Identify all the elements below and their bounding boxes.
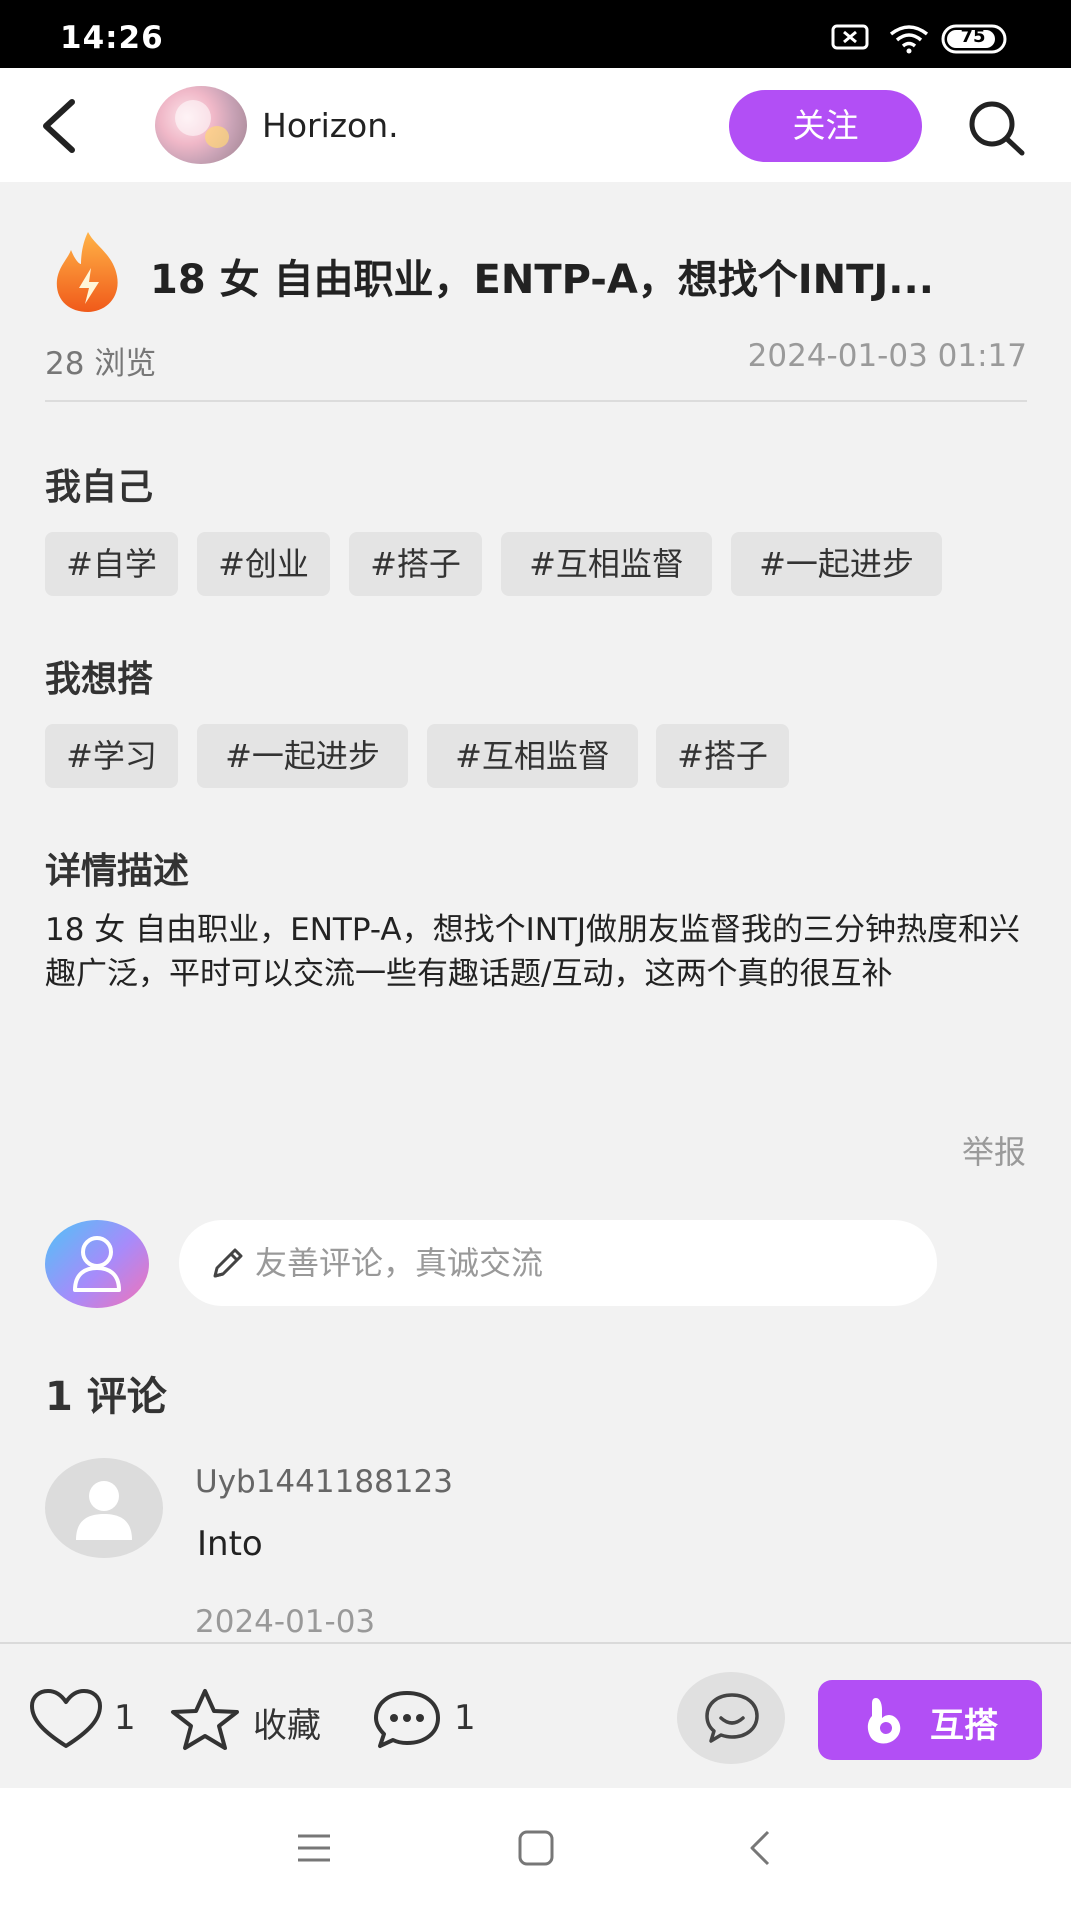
tag-chip[interactable]: #创业 [197,532,330,596]
no-sim-icon [831,24,869,50]
tag-chip[interactable]: #学习 [45,724,178,788]
fire-icon [56,232,118,312]
post-description: 18 女 自由职业，ENTP-A，想找个INTJ做朋友监督我的三分钟热度和兴趣广… [45,912,1020,992]
heart-icon [30,1689,102,1748]
smile-bubble-icon [705,1693,759,1743]
back-nav-button[interactable] [740,1828,784,1868]
like-button[interactable]: 1 [28,1688,138,1752]
like-count: 1 [114,1698,136,1738]
favorite-label: 收藏 [253,1706,321,1746]
tag-chip[interactable]: #互相监督 [427,724,638,788]
status-time: 14:26 [60,20,164,56]
author-avatar[interactable] [155,86,247,164]
tag-chip[interactable]: #一起进步 [197,724,408,788]
comment-compose [45,1220,1030,1310]
chevron-left-icon [43,99,75,153]
status-bar: 14:26 75 [0,0,1071,68]
comment-item: Uyb1441188123 Into 2024-01-03 [45,1458,1030,1640]
comment-input[interactable] [255,1236,915,1290]
square-icon [518,1830,554,1866]
menu-nav-button[interactable] [292,1828,336,1868]
menu-icon [298,1834,330,1862]
pencil-icon [213,1248,243,1278]
tag-chip[interactable]: #互相监督 [501,532,712,596]
post-date: 2024-01-03 01:17 [747,338,1027,374]
commenter-name[interactable]: Uyb1441188123 [195,1464,453,1500]
post-meta: 28 浏览 2024-01-03 01:17 [45,338,1027,382]
system-nav-bar [0,1788,1071,1911]
pair-label: 互搭 [930,1706,998,1746]
bottom-action-bar: 1 收藏 1 互搭 [0,1642,1071,1788]
ok-hand-icon [867,1698,901,1744]
comment-date: 2024-01-03 [195,1604,376,1640]
home-nav-button[interactable] [514,1828,558,1868]
search-button[interactable] [964,98,1028,158]
tag-chip[interactable]: #自学 [45,532,178,596]
divider [45,400,1027,402]
favorite-button[interactable]: 收藏 [167,1688,347,1752]
header: Horizon. 关注 [0,68,1071,182]
battery-level: 75 [960,26,986,47]
view-count: 28 浏览 [45,346,157,382]
emoji-button[interactable] [677,1672,785,1764]
comment-input-box[interactable] [179,1220,937,1306]
pair-button[interactable]: 互搭 [818,1680,1042,1760]
post-title: 18 女 自由职业，ENTP-A，想找个INTJ... [150,257,934,303]
my-avatar [45,1220,149,1308]
comment-text: Into [197,1524,263,1564]
wifi-icon [889,25,929,54]
post-title-row: 18 女 自由职业，ENTP-A，想找个INTJ... [45,228,1035,318]
myself-section-title: 我自己 [45,467,154,508]
author-name[interactable]: Horizon. [262,106,399,145]
detail-section-title: 详情描述 [45,851,190,892]
tag-chip[interactable]: #搭子 [656,724,789,788]
tag-chip[interactable]: #一起进步 [731,532,942,596]
follow-button[interactable]: 关注 [729,90,922,162]
back-button[interactable] [36,98,86,154]
user-icon [73,1236,121,1292]
want-section-title: 我想搭 [45,659,154,700]
search-icon [969,101,1025,156]
triangle-back-icon [750,1830,770,1866]
comments-count: 1 评论 [45,1374,167,1420]
report-link[interactable]: 举报 [962,1127,1026,1173]
tag-chip[interactable]: #搭子 [349,532,482,596]
default-user-icon [76,1481,132,1540]
comment-count: 1 [454,1698,476,1738]
commenter-avatar[interactable] [45,1458,163,1558]
star-icon [171,1689,239,1750]
comment-bubble-icon [374,1691,440,1748]
comment-button[interactable]: 1 [372,1688,482,1752]
